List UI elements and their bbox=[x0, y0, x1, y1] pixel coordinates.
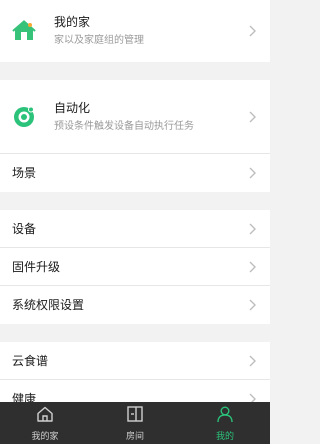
automation-title: 自动化 bbox=[54, 100, 91, 115]
house-icon bbox=[12, 19, 36, 43]
firmware-texts: 固件升级 bbox=[12, 259, 248, 275]
automation-texts: 自动化 预设条件触发设备自动执行任务 bbox=[54, 100, 248, 134]
my-home-row[interactable]: 我的家 家以及家庭组的管理 bbox=[0, 0, 270, 62]
firmware-row[interactable]: 固件升级 bbox=[0, 248, 270, 286]
chevron-right-icon bbox=[248, 110, 258, 124]
devices-row[interactable]: 设备 bbox=[0, 210, 270, 248]
tab-my-home-label: 我的家 bbox=[31, 431, 59, 442]
permissions-texts: 系统权限设置 bbox=[12, 297, 248, 313]
tab-room[interactable]: 房间 bbox=[90, 402, 180, 444]
automation-group: 自动化 预设条件触发设备自动执行任务 场景 bbox=[0, 80, 270, 192]
section-gap bbox=[0, 324, 270, 342]
recipes-texts: 云食谱 bbox=[12, 353, 248, 369]
chevron-right-icon bbox=[248, 222, 258, 236]
room-icon bbox=[126, 405, 144, 427]
recipes-title: 云食谱 bbox=[12, 353, 49, 368]
automation-subtitle: 预设条件触发设备自动执行任务 bbox=[54, 120, 194, 132]
scene-title: 场景 bbox=[12, 166, 37, 180]
section-gap bbox=[0, 62, 270, 80]
devices-texts: 设备 bbox=[12, 221, 248, 237]
tab-profile-label: 我的 bbox=[215, 431, 234, 442]
profile-icon bbox=[216, 405, 234, 427]
permissions-title: 系统权限设置 bbox=[12, 298, 85, 312]
automation-row[interactable]: 自动化 预设条件触发设备自动执行任务 bbox=[0, 80, 270, 154]
permissions-row[interactable]: 系统权限设置 bbox=[0, 286, 270, 324]
firmware-title: 固件升级 bbox=[12, 259, 61, 274]
chevron-right-icon bbox=[248, 24, 258, 38]
my-home-subtitle: 家以及家庭组的管理 bbox=[54, 35, 144, 46]
automation-icon bbox=[12, 105, 36, 129]
home-icon bbox=[36, 405, 54, 427]
scene-texts: 场景 bbox=[12, 165, 248, 181]
my-home-title: 我的家 bbox=[54, 15, 91, 29]
device-group: 设备 固件升级 系统权限设置 bbox=[0, 210, 270, 324]
chevron-right-icon bbox=[248, 298, 258, 312]
scene-row[interactable]: 场景 bbox=[0, 154, 270, 192]
my-home-texts: 我的家 家以及家庭组的管理 bbox=[54, 14, 248, 48]
section-gap bbox=[0, 192, 270, 210]
chevron-right-icon bbox=[248, 260, 258, 274]
tab-profile[interactable]: 我的 bbox=[180, 402, 270, 444]
tab-room-label: 房间 bbox=[125, 431, 144, 442]
chevron-right-icon bbox=[248, 166, 258, 180]
bottom-tab-bar: 我的家 房间 我的 bbox=[0, 402, 270, 444]
tab-my-home[interactable]: 我的家 bbox=[0, 402, 90, 444]
devices-title: 设备 bbox=[12, 221, 37, 236]
settings-page: 我的家 家以及家庭组的管理 自动化 预设条件触发设备自动执行任务 场景 设备 固… bbox=[0, 0, 270, 444]
recipes-row[interactable]: 云食谱 bbox=[0, 342, 270, 380]
chevron-right-icon bbox=[248, 354, 258, 368]
home-group: 我的家 家以及家庭组的管理 bbox=[0, 0, 270, 62]
